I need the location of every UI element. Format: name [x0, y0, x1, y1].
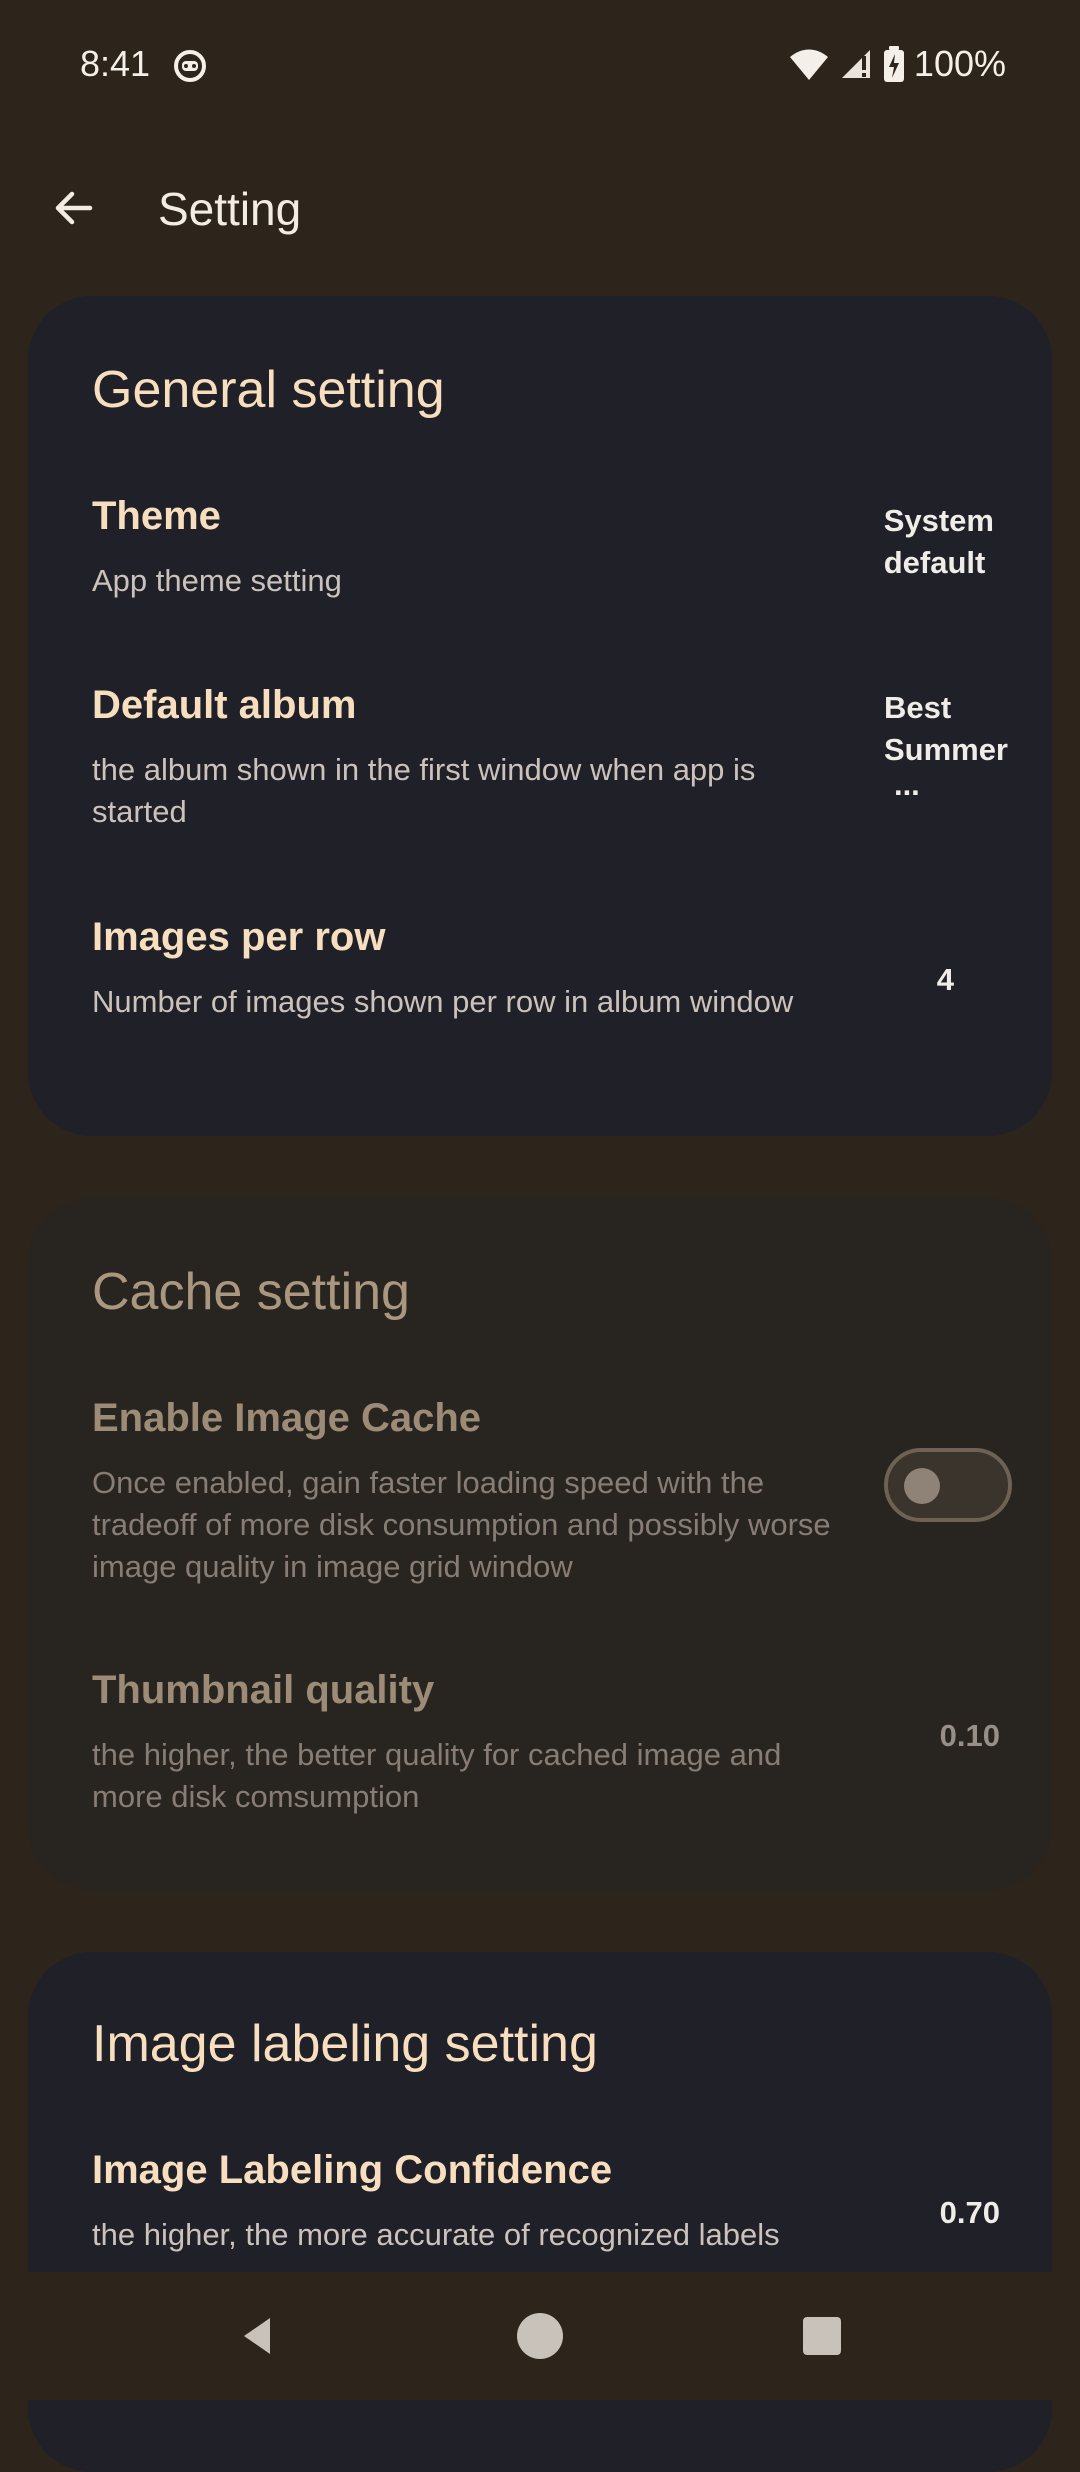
default-album-value-line-2: Summer: [883, 732, 1008, 767]
page-title: Setting: [158, 183, 302, 235]
cache-setting-card: Cache setting Enable Image Cache Once en…: [28, 1198, 1052, 1890]
battery-charging-icon: [883, 46, 904, 82]
enable-image-cache-description: Once enabled, gain faster loading speed …: [92, 1465, 831, 1584]
image-cache-toggle[interactable]: [884, 1448, 1012, 1522]
image-labeling-confidence-row[interactable]: Image Labeling Confidence the higher, th…: [92, 2144, 1032, 2284]
images-per-row-setting-row[interactable]: Images per row Number of images shown pe…: [92, 911, 1032, 1081]
theme-value-line-1: System: [883, 503, 994, 538]
default-album-description: the album shown in the first window when…: [92, 752, 756, 829]
recents-square-icon: [803, 2317, 841, 2355]
general-setting-card: General setting Theme App theme setting …: [28, 296, 1052, 1136]
default-album-title: Default album: [92, 683, 357, 727]
default-album-value-line-1: Best: [883, 690, 952, 725]
home-circle-icon: [517, 2313, 563, 2359]
app-bar: Setting: [0, 150, 1080, 275]
nav-back-button[interactable]: [222, 2300, 294, 2372]
cache-setting-title: Cache setting: [92, 1263, 410, 1321]
back-triangle-icon: [244, 2318, 270, 2354]
status-bar: 8:41 100%: [0, 0, 1080, 128]
image-labeling-confidence-description: the higher, the more accurate of recogni…: [92, 2217, 780, 2252]
theme-description: App theme setting: [92, 563, 342, 598]
images-per-row-description: Number of images shown per row in album …: [92, 984, 794, 1019]
image-labeling-confidence-value: 0.70: [939, 2195, 1000, 2230]
thumbnail-quality-row[interactable]: Thumbnail quality the higher, the better…: [92, 1664, 1032, 1824]
back-button[interactable]: [38, 172, 110, 244]
battery-percent: 100%: [913, 43, 1006, 84]
status-time: 8:41: [80, 43, 151, 84]
signal-icon: [841, 50, 870, 78]
robot-face-icon: [174, 50, 206, 82]
default-album-value: Best Summer ...: [883, 687, 1008, 802]
toggle-thumb: [904, 1468, 940, 1504]
nav-home-button[interactable]: [504, 2300, 576, 2372]
theme-value-line-2: default: [883, 545, 986, 580]
image-labeling-setting-title: Image labeling setting: [92, 2015, 598, 2073]
theme-value: System default: [884, 500, 994, 584]
enable-image-cache-title: Enable Image Cache: [92, 1396, 482, 1440]
general-setting-title: General setting: [92, 361, 445, 419]
theme-title: Theme: [92, 494, 221, 538]
images-per-row-value: 4: [936, 962, 954, 997]
wifi-icon: [789, 49, 828, 80]
theme-setting-row[interactable]: Theme App theme setting System default: [92, 490, 1032, 630]
thumbnail-quality-title: Thumbnail quality: [92, 1668, 435, 1712]
default-album-setting-row[interactable]: Default album the album shown in the fir…: [92, 679, 1032, 849]
status-right-icons: 100%: [788, 38, 1006, 90]
images-per-row-title: Images per row: [92, 915, 386, 959]
nav-recents-button[interactable]: [786, 2300, 858, 2372]
system-navigation-bar: [0, 2272, 1080, 2400]
default-album-value-ellipsis: ...: [893, 767, 920, 802]
thumbnail-quality-value: 0.10: [939, 1718, 1000, 1753]
arrow-left-icon: [55, 191, 93, 225]
thumbnail-quality-description: the higher, the better quality for cache…: [92, 1737, 782, 1814]
image-labeling-confidence-title: Image Labeling Confidence: [92, 2148, 613, 2192]
